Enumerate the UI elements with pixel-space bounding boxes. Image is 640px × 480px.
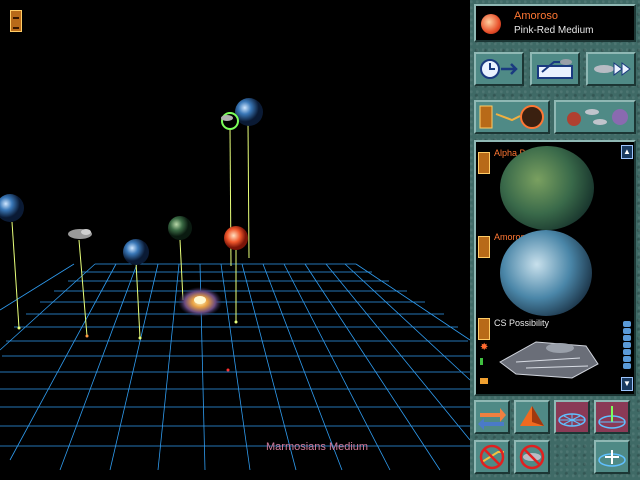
region-label: Marmosians Medium: [266, 441, 369, 453]
grid-axis-icon: [598, 406, 626, 429]
scroll-up-button[interactable]: ▲: [621, 145, 633, 159]
time-advance-icon: [480, 59, 518, 79]
orbit-view-button[interactable]: [474, 100, 550, 134]
pyramid-icon: [520, 406, 544, 426]
selected-star-header: Amoroso Pink-Red Medium: [474, 4, 636, 42]
grid-toggle-button[interactable]: [554, 400, 590, 434]
fleet-fast-forward-button[interactable]: [586, 52, 636, 86]
planet-marker[interactable]: [0, 194, 24, 222]
planet-green-icon: [500, 146, 594, 230]
planet-blue-icon: [500, 230, 592, 316]
planet-list[interactable]: Alpha Base Amoroso II CS Possibility ✸ ▲: [474, 140, 636, 396]
planet-marker[interactable]: [168, 216, 192, 240]
grid-plane: [0, 263, 470, 471]
fleet-group-icon: [567, 109, 628, 126]
star-classification: Pink-Red Medium: [514, 25, 594, 36]
pyramid-button[interactable]: [514, 400, 550, 434]
planet-select-button[interactable]: [478, 236, 490, 258]
star-map-canvas[interactable]: [0, 0, 470, 480]
star-map-viewport[interactable]: Marmosians Medium: [0, 0, 470, 480]
no-fleet-button[interactable]: [514, 440, 550, 474]
no-fleet-icon: [519, 444, 545, 470]
control-panel: Amoroso Pink-Red Medium Alpha Base Amoro…: [470, 0, 640, 480]
fleet-group-button[interactable]: [554, 100, 636, 134]
orbit-view-icon: [479, 105, 544, 129]
route-icon: [537, 59, 573, 79]
star-amoroso-marker[interactable]: [224, 226, 248, 250]
list-scrollbar[interactable]: ▲ ▼: [620, 142, 636, 394]
list-item[interactable]: Alpha Base: [476, 146, 616, 230]
no-travel-button[interactable]: [474, 440, 510, 474]
star-name: Amoroso: [514, 10, 559, 22]
grid-zoom-icon: [598, 450, 626, 467]
scroll-track[interactable]: [620, 320, 634, 370]
scroll-down-button[interactable]: ▼: [621, 377, 633, 391]
grid-toggle-icon: [558, 413, 586, 427]
fleet-fast-forward-icon: [594, 62, 631, 76]
planet-select-button[interactable]: [478, 152, 490, 174]
time-advance-button[interactable]: [474, 52, 524, 86]
route-button[interactable]: [530, 52, 580, 86]
map-menu-button[interactable]: [10, 10, 22, 32]
no-travel-icon: [479, 444, 505, 470]
starship-marker[interactable]: [68, 229, 92, 239]
list-item[interactable]: Amoroso II: [476, 230, 616, 316]
star-icon: [481, 14, 501, 34]
svg-text:✸: ✸: [480, 342, 488, 353]
planet-marker[interactable]: [123, 239, 149, 265]
starship-icon: ✸: [480, 341, 599, 384]
list-item[interactable]: CS Possibility ✸: [476, 316, 616, 392]
planet-marker[interactable]: [235, 98, 263, 126]
swap-button[interactable]: [474, 400, 510, 434]
ship-name: CS Possibility: [494, 318, 550, 328]
grid-zoom-button[interactable]: [594, 440, 630, 474]
galaxy-core: [178, 287, 222, 317]
grid-axis-button[interactable]: [594, 400, 630, 434]
fleet-target-reticle[interactable]: [221, 112, 239, 130]
swap-arrows-icon: [478, 408, 506, 430]
